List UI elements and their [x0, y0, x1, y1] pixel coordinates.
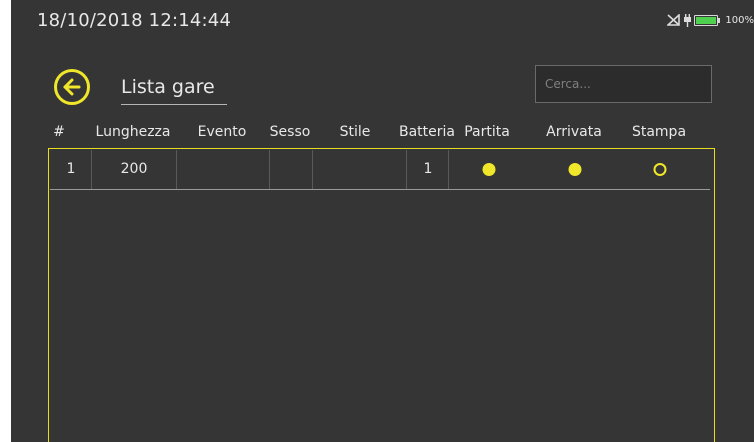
- stampa-status-icon: [653, 163, 667, 176]
- arrow-left-icon: [63, 78, 81, 96]
- race-list[interactable]: 1 200 1: [48, 148, 715, 442]
- arrivata-status-icon: [568, 163, 582, 176]
- column-header-lunghezza[interactable]: Lunghezza: [96, 124, 171, 140]
- column-header-sesso[interactable]: Sesso: [270, 124, 311, 140]
- status-bar-icons: 100%: [667, 12, 754, 28]
- table-row[interactable]: 1 200 1: [50, 150, 710, 190]
- page-title: Lista gare: [121, 76, 215, 98]
- column-header-stile[interactable]: Stile: [340, 124, 371, 140]
- title-underline: [121, 104, 227, 105]
- battery-level-fill: [696, 16, 717, 24]
- column-header-evento[interactable]: Evento: [198, 124, 247, 140]
- plug-icon: [683, 13, 692, 27]
- battery-percent: 100%: [725, 14, 754, 26]
- partita-status-icon: [482, 163, 496, 176]
- cell-lunghezza: 200: [120, 161, 148, 177]
- signal-icon: [667, 14, 681, 26]
- column-header-stampa[interactable]: Stampa: [632, 124, 686, 140]
- status-datetime: 18/10/2018 12:14:44: [37, 10, 232, 31]
- cell-number: 1: [66, 161, 76, 177]
- search-input[interactable]: [535, 65, 712, 103]
- battery-icon: [694, 14, 721, 26]
- column-header-partita[interactable]: Partita: [464, 124, 510, 140]
- cell-batteria: 1: [423, 161, 433, 177]
- column-header-arrivata[interactable]: Arrivata: [546, 124, 602, 140]
- back-button[interactable]: [54, 69, 90, 105]
- column-header-batteria[interactable]: Batteria: [399, 124, 455, 140]
- app-screen: 18/10/2018 12:14:44 100% Lista gare Cerc…: [11, 0, 754, 442]
- column-header-number[interactable]: #: [53, 124, 65, 140]
